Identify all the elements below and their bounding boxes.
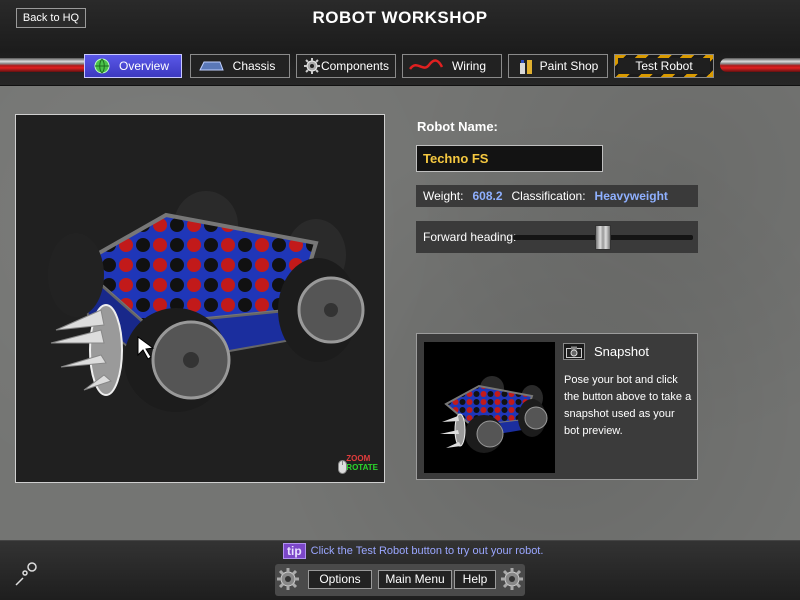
tab-chassis[interactable]: Chassis: [190, 54, 290, 78]
gear-right-icon: [501, 568, 523, 590]
tab-paint-shop-label: Paint Shop: [539, 59, 599, 73]
top-bar: Back to HQ ROBOT WORKSHOP Overview Chass…: [0, 0, 800, 86]
tab-test-robot-label: Test Robot: [635, 59, 693, 73]
forward-heading-label: Forward heading:: [423, 230, 517, 244]
tab-components[interactable]: Components: [296, 54, 396, 78]
snapshot-preview: [424, 342, 555, 473]
tab-wiring-label: Wiring: [451, 59, 486, 73]
heading-slider-thumb[interactable]: [595, 225, 611, 250]
page-title: ROBOT WORKSHOP: [312, 8, 488, 27]
hazard-frame-icon: Test Robot: [618, 58, 710, 74]
tip-text: Click the Test Robot button to try out y…: [310, 545, 544, 557]
mouse-icon: [338, 460, 348, 474]
options-button[interactable]: Options: [308, 570, 372, 589]
paint-icon: [515, 58, 537, 74]
tab-chassis-label: Chassis: [232, 59, 276, 73]
wire-icon: [409, 58, 443, 74]
weight-value: 608.2: [472, 189, 503, 203]
robot-model-render: [48, 191, 365, 412]
help-button[interactable]: Help: [454, 570, 496, 589]
snapshot-title: Snapshot: [594, 344, 649, 359]
tab-test-robot[interactable]: Test Robot: [614, 54, 714, 78]
snapshot-camera-button[interactable]: [563, 343, 585, 360]
cable-left-decoration: [0, 58, 90, 72]
logo-icon: [15, 562, 37, 586]
robot-name-field[interactable]: [416, 145, 603, 172]
tip-badge: tip: [283, 543, 306, 559]
camera-icon: [566, 346, 582, 358]
robot-stats-bar: Weight: 608.2 Classification: Heavyweigh…: [416, 185, 698, 207]
globe-icon: [91, 58, 113, 74]
gear-left-icon: [277, 568, 299, 590]
gear-icon: [303, 58, 321, 74]
forward-heading-control: Forward heading:: [416, 221, 698, 253]
zoom-hint-label: ZOOM: [346, 454, 371, 463]
robot-3d-viewport[interactable]: ZOOM ROTATE: [15, 114, 385, 483]
snapshot-robot-thumbnail: [440, 376, 548, 453]
tab-bar: Overview Chassis Components Wiring Paint…: [84, 54, 724, 78]
chassis-icon: [197, 58, 225, 74]
tip-banner: tip Click the Test Robot button to try o…: [283, 543, 543, 559]
robot-name-label: Robot Name:: [417, 119, 498, 134]
tab-overview[interactable]: Overview: [84, 54, 182, 78]
classification-value: Heavyweight: [594, 189, 668, 203]
tab-components-label: Components: [320, 59, 389, 73]
snapshot-panel: Snapshot Pose your bot and click the but…: [416, 333, 698, 480]
zoom-rotate-hint: ZOOM ROTATE: [338, 454, 378, 474]
tab-paint-shop[interactable]: Paint Shop: [508, 54, 608, 78]
bottom-bar: tip Click the Test Robot button to try o…: [0, 540, 800, 600]
weight-label: Weight:: [423, 189, 464, 203]
snapshot-description: Pose your bot and click the button above…: [564, 374, 692, 437]
cable-right-decoration: [720, 58, 800, 72]
classification-label: Classification:: [511, 189, 586, 203]
wheel-left: [48, 233, 104, 317]
tab-wiring[interactable]: Wiring: [402, 54, 502, 78]
rotate-hint-label: ROTATE: [346, 463, 378, 472]
tab-overview-label: Overview: [118, 59, 169, 73]
bottom-button-tray: Options Main Menu Help: [275, 564, 525, 596]
main-menu-button[interactable]: Main Menu: [378, 570, 452, 589]
